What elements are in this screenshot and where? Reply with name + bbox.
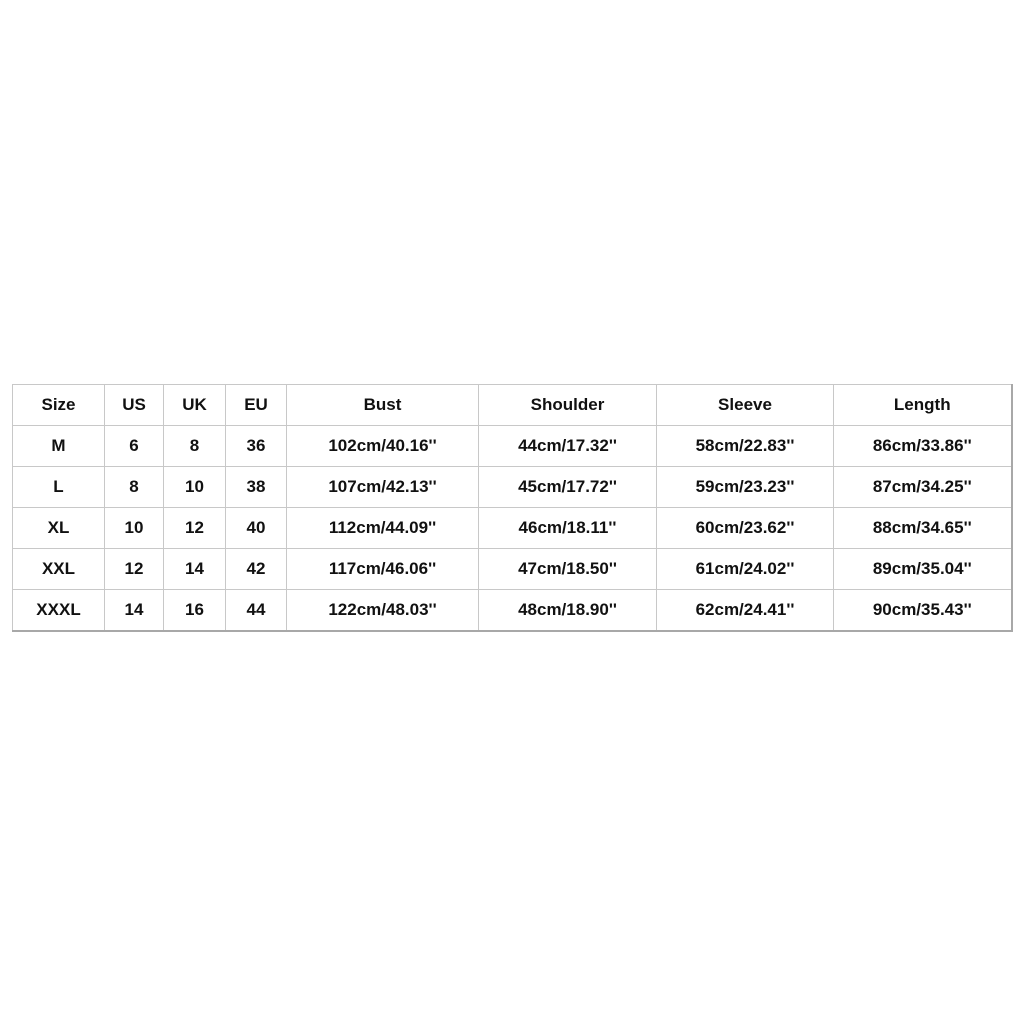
cell-bust: 107cm/42.13'' [286, 466, 479, 508]
cell-sleeve: 61cm/24.02'' [656, 548, 834, 590]
cell-eu: 40 [225, 507, 287, 549]
cell-eu: 38 [225, 466, 287, 508]
cell-us: 12 [104, 548, 164, 590]
cell-us: 6 [104, 425, 164, 467]
cell-size: XL [12, 507, 105, 549]
cell-size: XXXL [12, 589, 105, 632]
table-row: M 6 8 36 102cm/40.16'' 44cm/17.32'' 58cm… [12, 425, 1012, 467]
cell-us: 8 [104, 466, 164, 508]
header-bust: Bust [286, 384, 479, 426]
cell-uk: 12 [163, 507, 226, 549]
cell-sleeve: 62cm/24.41'' [656, 589, 834, 632]
cell-uk: 14 [163, 548, 226, 590]
cell-uk: 16 [163, 589, 226, 632]
cell-eu: 42 [225, 548, 287, 590]
header-size: Size [12, 384, 105, 426]
header-sleeve: Sleeve [656, 384, 834, 426]
header-row: Size US UK EU Bust Shoulder Sleeve Lengt… [12, 384, 1012, 426]
cell-uk: 8 [163, 425, 226, 467]
cell-shoulder: 48cm/18.90'' [478, 589, 657, 632]
cell-shoulder: 47cm/18.50'' [478, 548, 657, 590]
cell-length: 89cm/35.04'' [833, 548, 1012, 590]
cell-shoulder: 45cm/17.72'' [478, 466, 657, 508]
table-row: XXXL 14 16 44 122cm/48.03'' 48cm/18.90''… [12, 589, 1012, 632]
size-chart-table: Size US UK EU Bust Shoulder Sleeve Lengt… [12, 384, 1013, 632]
header-shoulder: Shoulder [478, 384, 657, 426]
header-uk: UK [163, 384, 226, 426]
cell-length: 86cm/33.86'' [833, 425, 1012, 467]
header-us: US [104, 384, 164, 426]
cell-length: 87cm/34.25'' [833, 466, 1012, 508]
cell-uk: 10 [163, 466, 226, 508]
cell-sleeve: 60cm/23.62'' [656, 507, 834, 549]
cell-shoulder: 44cm/17.32'' [478, 425, 657, 467]
cell-size: L [12, 466, 105, 508]
cell-sleeve: 59cm/23.23'' [656, 466, 834, 508]
cell-eu: 44 [225, 589, 287, 632]
cell-bust: 112cm/44.09'' [286, 507, 479, 549]
cell-length: 90cm/35.43'' [833, 589, 1012, 632]
cell-us: 10 [104, 507, 164, 549]
cell-bust: 102cm/40.16'' [286, 425, 479, 467]
cell-shoulder: 46cm/18.11'' [478, 507, 657, 549]
table-row: L 8 10 38 107cm/42.13'' 45cm/17.72'' 59c… [12, 466, 1012, 508]
cell-size: M [12, 425, 105, 467]
cell-sleeve: 58cm/22.83'' [656, 425, 834, 467]
table-row: XL 10 12 40 112cm/44.09'' 46cm/18.11'' 6… [12, 507, 1012, 549]
cell-size: XXL [12, 548, 105, 590]
cell-length: 88cm/34.65'' [833, 507, 1012, 549]
table-row: XXL 12 14 42 117cm/46.06'' 47cm/18.50'' … [12, 548, 1012, 590]
cell-eu: 36 [225, 425, 287, 467]
header-eu: EU [225, 384, 287, 426]
header-length: Length [833, 384, 1012, 426]
cell-bust: 122cm/48.03'' [286, 589, 479, 632]
cell-bust: 117cm/46.06'' [286, 548, 479, 590]
cell-us: 14 [104, 589, 164, 632]
